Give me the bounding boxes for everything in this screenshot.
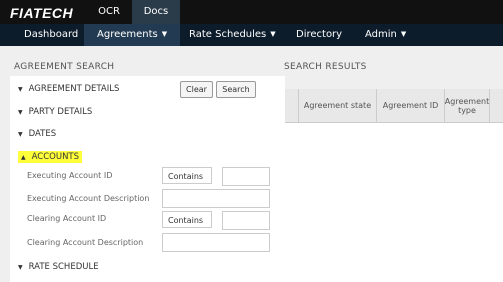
executing-account-description-input[interactable] (162, 189, 270, 208)
clearing-account-id-input[interactable] (222, 211, 270, 230)
section-party-details[interactable]: ▼ PARTY DETAILS (18, 107, 92, 117)
app-logo: FIATECH (10, 5, 74, 21)
section-dates[interactable]: ▼ DATES (18, 129, 56, 139)
expand-arrow-icon: ▲ (21, 154, 26, 161)
operator-value: Contains (168, 216, 204, 225)
nav-admin[interactable]: Admin ▼ (365, 24, 406, 46)
section-dates-label: DATES (28, 129, 57, 139)
product-tab-docs[interactable]: Docs (132, 0, 180, 24)
clearing-account-description-label: Clearing Account Description (27, 238, 144, 247)
nav-directory[interactable]: Directory (296, 24, 342, 46)
nav-agreements[interactable]: Agreements ▼ (84, 24, 181, 46)
section-party-details-label: PARTY DETAILS (28, 107, 93, 117)
clear-button[interactable]: Clear (180, 81, 213, 98)
column-header-agreement-state[interactable]: Agreement state (298, 89, 376, 122)
product-tab-docs-label: Docs (143, 6, 169, 17)
column-header-extra (489, 89, 503, 122)
clearing-account-description-input[interactable] (162, 233, 270, 252)
collapse-arrow-icon: ▼ (18, 86, 23, 93)
main-nav: Dashboard Agreements ▼ Rate Schedules ▼ Di… (0, 24, 503, 46)
nav-rate-schedules-label: Rate Schedules (189, 29, 267, 40)
collapse-arrow-icon: ▼ (18, 264, 23, 271)
section-agreement-details-label: AGREEMENT DETAILS (28, 84, 120, 94)
clearing-account-id-label: Clearing Account ID (27, 214, 107, 223)
section-accounts-label: ACCOUNTS (31, 152, 80, 162)
section-accounts[interactable]: ▲ ACCOUNTS (18, 151, 83, 163)
nav-rate-schedules[interactable]: Rate Schedules ▼ (189, 24, 276, 46)
collapse-arrow-icon: ▼ (18, 131, 23, 138)
nav-dashboard-label: Dashboard (24, 29, 79, 40)
executing-account-id-label: Executing Account ID (27, 171, 113, 180)
agreement-search-title: AGREEMENT SEARCH (14, 62, 115, 72)
chevron-down-icon: ▼ (161, 30, 168, 38)
results-table-header: Agreement state Agreement ID Agreement t… (285, 89, 503, 123)
collapse-arrow-icon: ▼ (18, 109, 23, 116)
operator-value: Contains (168, 172, 204, 181)
chevron-down-icon: ▼ (400, 30, 407, 38)
section-rate-schedule[interactable]: ▼ RATE SCHEDULE (18, 262, 99, 272)
clearing-account-id-operator-select[interactable]: Contains ▼ (162, 211, 212, 241)
nav-directory-label: Directory (296, 29, 343, 40)
column-header-agreement-type[interactable]: Agreement type (444, 89, 489, 122)
executing-account-id-input[interactable] (222, 167, 270, 186)
top-bar: FIATECH OCR Docs (0, 0, 503, 24)
executing-account-description-label: Executing Account Description (27, 194, 150, 203)
search-results-title: SEARCH RESULTS (284, 62, 367, 72)
column-header-agreement-id[interactable]: Agreement ID (376, 89, 444, 122)
nav-admin-label: Admin (365, 29, 397, 40)
chevron-down-icon: ▼ (270, 30, 276, 38)
product-tab-ocr-label: OCR (98, 6, 120, 17)
search-button[interactable]: Search (216, 81, 256, 98)
section-agreement-details[interactable]: ▼ AGREEMENT DETAILS (18, 84, 119, 94)
executing-account-id-operator-select[interactable]: Contains ▼ (162, 167, 212, 197)
section-rate-schedule-label: RATE SCHEDULE (28, 262, 99, 272)
product-tab-ocr[interactable]: OCR (90, 0, 128, 24)
nav-agreements-label: Agreements (97, 29, 158, 40)
nav-dashboard[interactable]: Dashboard (24, 24, 78, 46)
